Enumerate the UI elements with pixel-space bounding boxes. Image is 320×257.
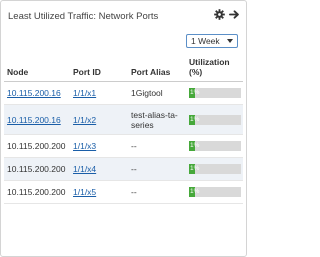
table-row: 10.115.200.16 1/1/x1 1Gigtool 1% xyxy=(4,81,243,105)
table-header-row: Node Port ID Port Alias Utilization (%) xyxy=(4,54,243,82)
port-id-link[interactable]: 1/1/x2 xyxy=(73,115,96,125)
port-alias: 1Gigtool xyxy=(128,81,186,105)
node: 10.115.200.200 xyxy=(4,134,70,158)
column-header-port-alias[interactable]: Port Alias xyxy=(128,54,186,82)
table-row: 10.115.200.200 1/1/x3 -- 1% xyxy=(4,134,243,158)
utilization-label: 1% xyxy=(190,115,200,123)
ports-table: Node Port ID Port Alias Utilization (%) … xyxy=(4,54,243,204)
column-header-port-id[interactable]: Port ID xyxy=(70,54,128,82)
column-header-node[interactable]: Node xyxy=(4,54,70,82)
utilization-bar: 1% xyxy=(189,164,241,174)
node-link[interactable]: 10.115.200.16 xyxy=(7,115,61,125)
utilization-label: 1% xyxy=(190,142,200,149)
utilization-label: 1% xyxy=(190,165,200,172)
utilization-bar: 1% xyxy=(189,114,241,125)
chevron-down-icon xyxy=(227,39,233,43)
least-utilized-ports-widget: Least Utilized Traffic: Network Ports 1 … xyxy=(0,0,247,257)
port-alias: -- xyxy=(128,180,186,204)
utilization-bar: 1% xyxy=(189,187,241,197)
port-id-link[interactable]: 1/1/x1 xyxy=(73,88,96,98)
port-alias: test-alias-ta-series xyxy=(128,104,186,135)
node: 10.115.200.200 xyxy=(4,157,70,181)
node-link[interactable]: 10.115.200.16 xyxy=(7,88,61,98)
port-id-link[interactable]: 1/1/x4 xyxy=(73,164,96,174)
column-header-utilization[interactable]: Utilization (%) xyxy=(186,54,243,82)
utilization-bar: 1% xyxy=(189,88,241,98)
port-id-link[interactable]: 1/1/x3 xyxy=(73,141,96,151)
widget-title: Least Utilized Traffic: Network Ports xyxy=(8,11,159,22)
node: 10.115.200.200 xyxy=(4,180,70,204)
port-alias: -- xyxy=(128,134,186,158)
table-row: 10.115.200.16 1/1/x2 test-alias-ta-serie… xyxy=(4,104,243,135)
port-alias: -- xyxy=(128,157,186,181)
table-row: 10.115.200.200 1/1/x4 -- 1% xyxy=(4,157,243,181)
period-selected-value: 1 Week xyxy=(191,36,220,46)
utilization-bar: 1% xyxy=(189,141,241,151)
table-row: 10.115.200.200 1/1/x5 -- 1% xyxy=(4,180,243,204)
port-id-link[interactable]: 1/1/x5 xyxy=(73,187,96,197)
arrow-right-icon[interactable] xyxy=(229,9,240,20)
period-dropdown[interactable]: 1 Week xyxy=(186,34,238,48)
widget-header-icons xyxy=(214,9,240,20)
utilization-label: 1% xyxy=(190,188,200,195)
gear-icon[interactable] xyxy=(214,9,225,20)
utilization-label: 1% xyxy=(190,89,200,96)
